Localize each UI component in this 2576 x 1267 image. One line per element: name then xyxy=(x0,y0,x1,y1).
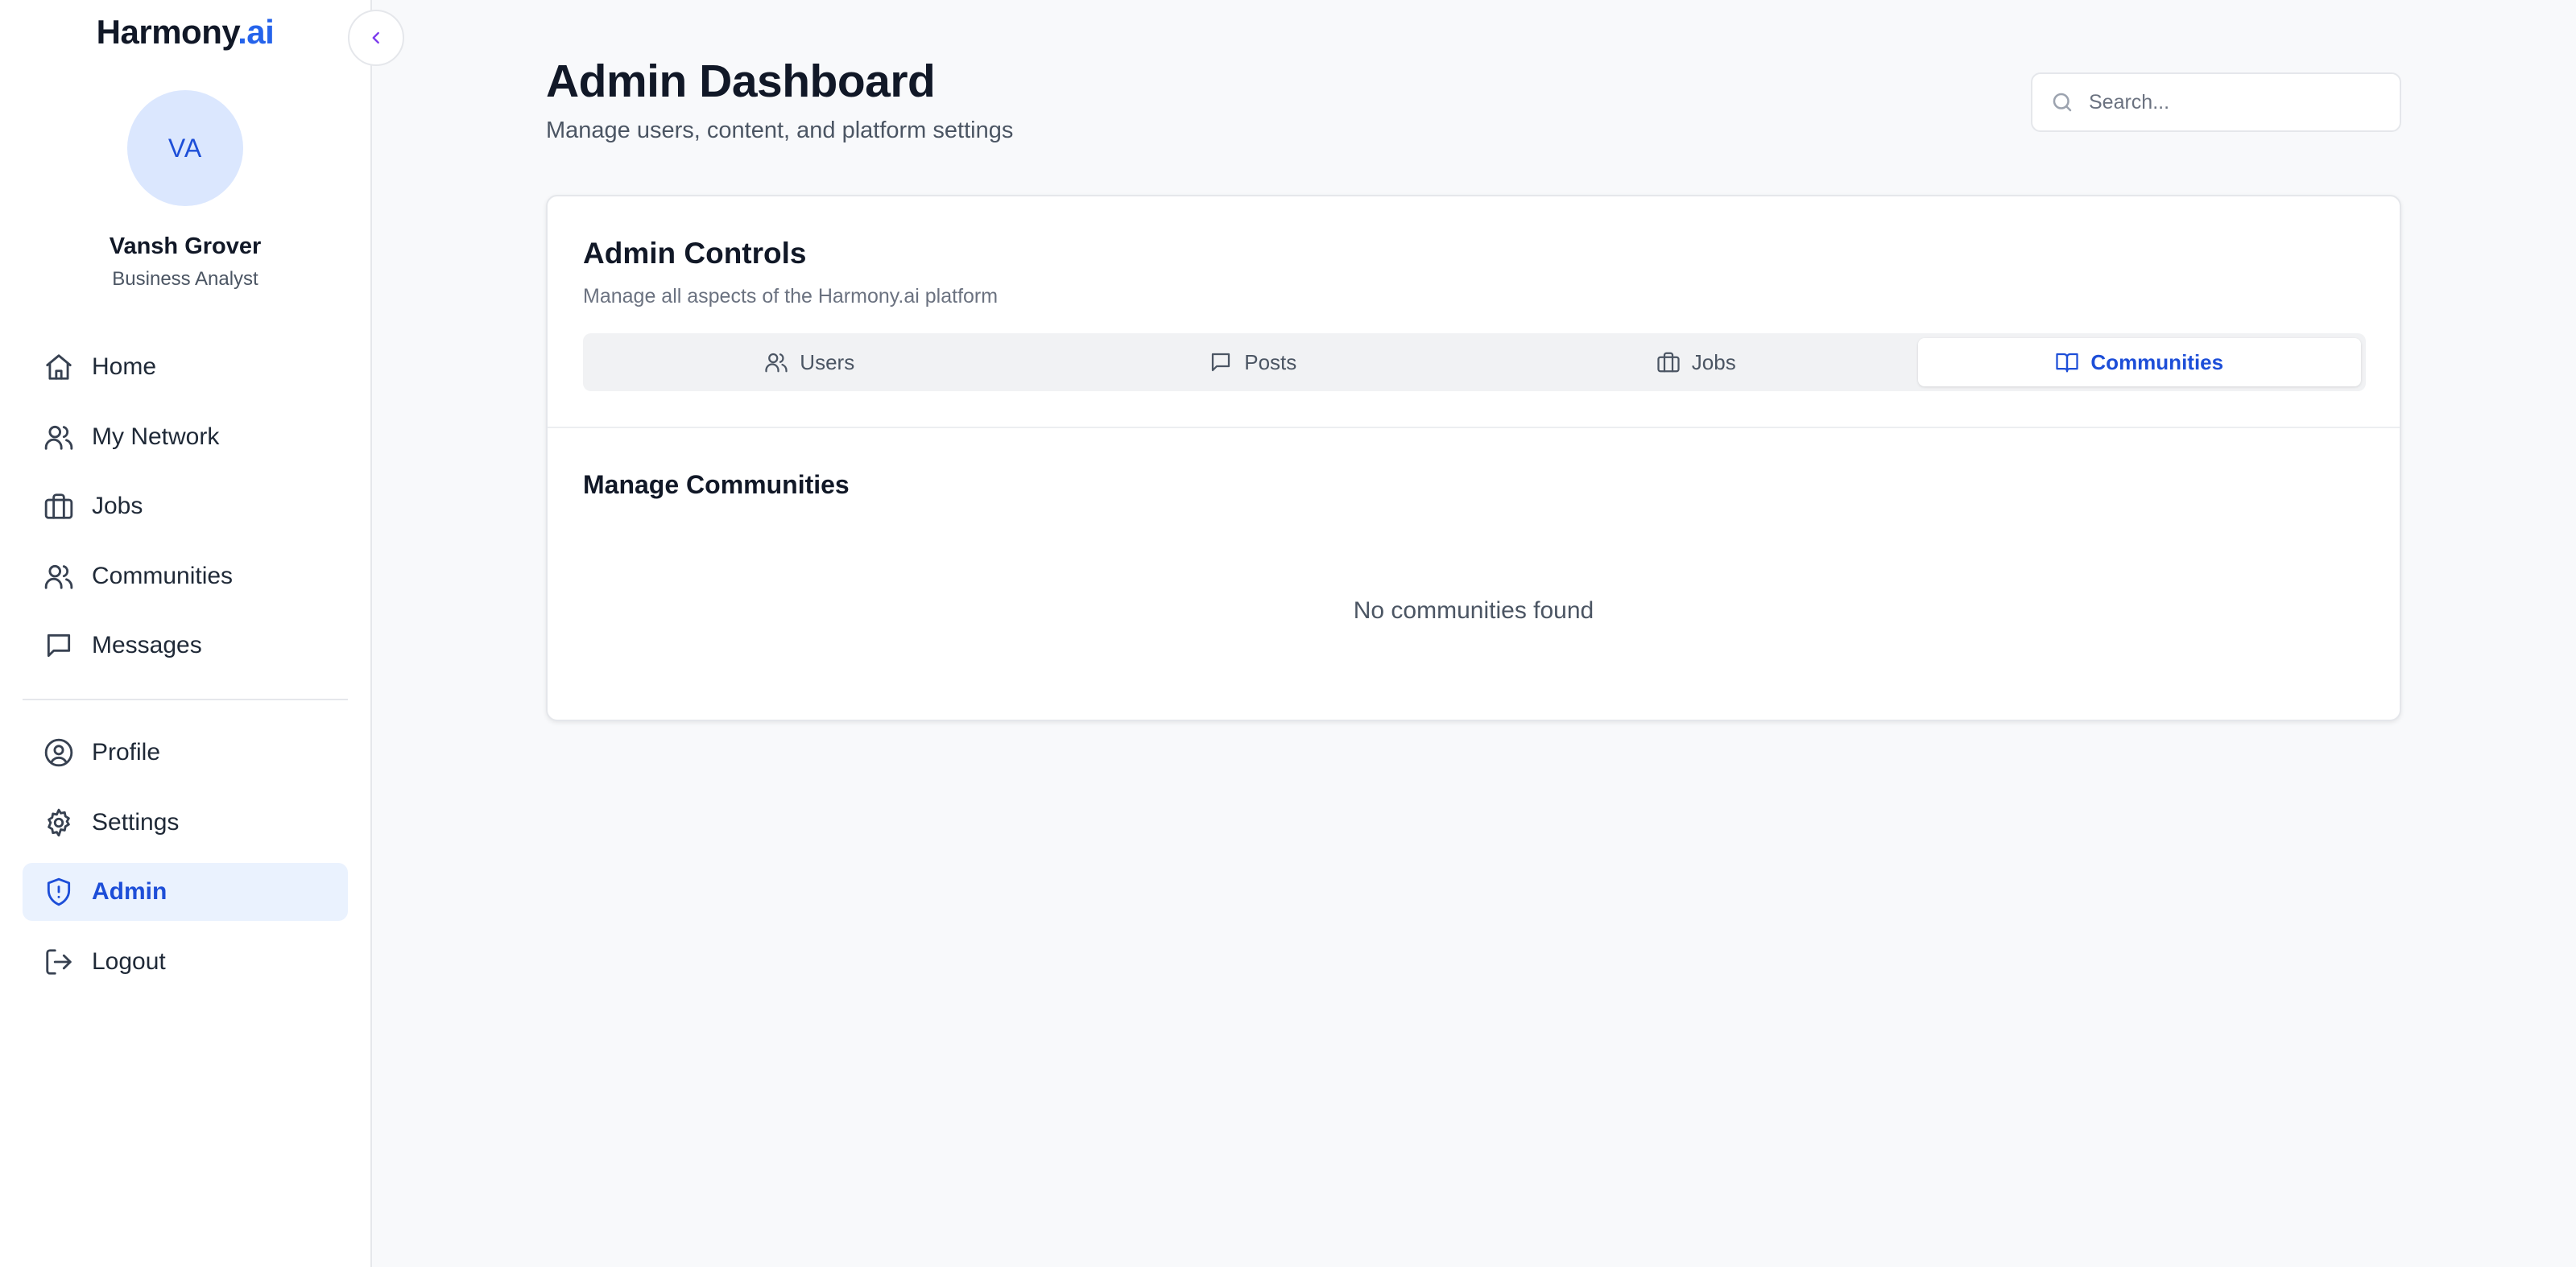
shield-icon xyxy=(47,877,71,906)
sidebar-item-admin[interactable]: Admin xyxy=(23,863,348,921)
sidebar-item-jobs[interactable]: Jobs xyxy=(23,477,348,535)
sidebar-item-label: Jobs xyxy=(92,493,143,519)
sidebar-item-label: Logout xyxy=(92,947,166,975)
sidebar-item-label: Messages xyxy=(92,632,202,658)
tab-posts[interactable]: Posts xyxy=(1032,338,1475,386)
search-box[interactable] xyxy=(2031,72,2401,132)
user-circle-icon xyxy=(44,738,73,767)
search-input[interactable] xyxy=(2089,90,2379,114)
tab-label: Communities xyxy=(2090,349,2224,374)
sidebar-item-label: Admin xyxy=(92,878,167,905)
admin-controls-card: Admin Controls Manage all aspects of the… xyxy=(546,195,2401,721)
secondary-nav: Profile Settings Admin Logout xyxy=(23,724,348,1002)
sidebar-item-label: Settings xyxy=(92,808,180,836)
sidebar-collapse-button[interactable] xyxy=(348,10,404,66)
sidebar-item-label: My Network xyxy=(92,423,220,450)
empty-state-message: No communities found xyxy=(1353,597,1594,624)
briefcase-icon xyxy=(44,493,73,519)
user-role: Business Analyst xyxy=(112,268,258,290)
book-open-icon xyxy=(2056,353,2079,373)
sidebar-item-communities[interactable]: Communities xyxy=(23,547,348,605)
sidebar-item-label: Home xyxy=(92,353,157,380)
avatar[interactable]: VA xyxy=(127,90,243,206)
card-description: Manage all aspects of the Harmony.ai pla… xyxy=(583,285,999,307)
page-title: Admin Dashboard xyxy=(546,56,936,107)
logout-icon xyxy=(46,948,72,975)
tab-communities[interactable]: Communities xyxy=(1917,338,2361,386)
home-icon xyxy=(46,354,72,380)
gear-icon xyxy=(48,808,70,836)
tab-label: Jobs xyxy=(1691,349,1736,374)
primary-nav: Home My Network Jobs Communities Message… xyxy=(23,338,348,687)
sidebar-item-my-network[interactable]: My Network xyxy=(23,408,348,466)
app-root: Harmony.ai VA Vansh Grover Business Anal… xyxy=(0,0,2576,1267)
brand-logo[interactable]: Harmony.ai xyxy=(0,13,370,52)
tab-jobs[interactable]: Jobs xyxy=(1474,338,1918,386)
sidebar-divider xyxy=(23,699,348,700)
admin-tabs: Users Posts Jobs Communities xyxy=(583,333,2366,391)
message-square-icon xyxy=(1212,353,1230,372)
brand-name: Harmony xyxy=(96,13,238,51)
avatar-initials: VA xyxy=(167,133,203,163)
sidebar-item-label: Profile xyxy=(92,739,161,766)
sidebar-item-profile[interactable]: Profile xyxy=(23,724,348,782)
card-divider xyxy=(548,427,2400,428)
search-icon xyxy=(2053,93,2072,112)
sidebar-item-label: Communities xyxy=(92,562,234,589)
chevron-left-icon xyxy=(372,31,379,44)
brand-accent: .ai xyxy=(238,13,275,51)
users-icon xyxy=(44,425,73,450)
sidebar-item-logout[interactable]: Logout xyxy=(23,933,348,991)
page-subtitle: Manage users, content, and platform sett… xyxy=(546,118,1014,143)
card-title: Admin Controls xyxy=(583,237,807,270)
sidebar-item-home[interactable]: Home xyxy=(23,338,348,396)
user-name: Vansh Grover xyxy=(109,233,262,259)
briefcase-icon xyxy=(1657,352,1680,373)
tab-users[interactable]: Users xyxy=(588,338,1032,386)
sidebar: Harmony.ai VA Vansh Grover Business Anal… xyxy=(0,0,372,1267)
tab-label: Users xyxy=(800,349,855,374)
message-square-icon xyxy=(47,634,71,658)
sidebar-item-messages[interactable]: Messages xyxy=(23,617,348,675)
tab-label: Posts xyxy=(1244,349,1297,374)
sidebar-item-settings[interactable]: Settings xyxy=(23,794,348,852)
section-title: Manage Communities xyxy=(583,470,850,499)
users-icon xyxy=(765,353,788,373)
users-icon xyxy=(44,564,73,589)
